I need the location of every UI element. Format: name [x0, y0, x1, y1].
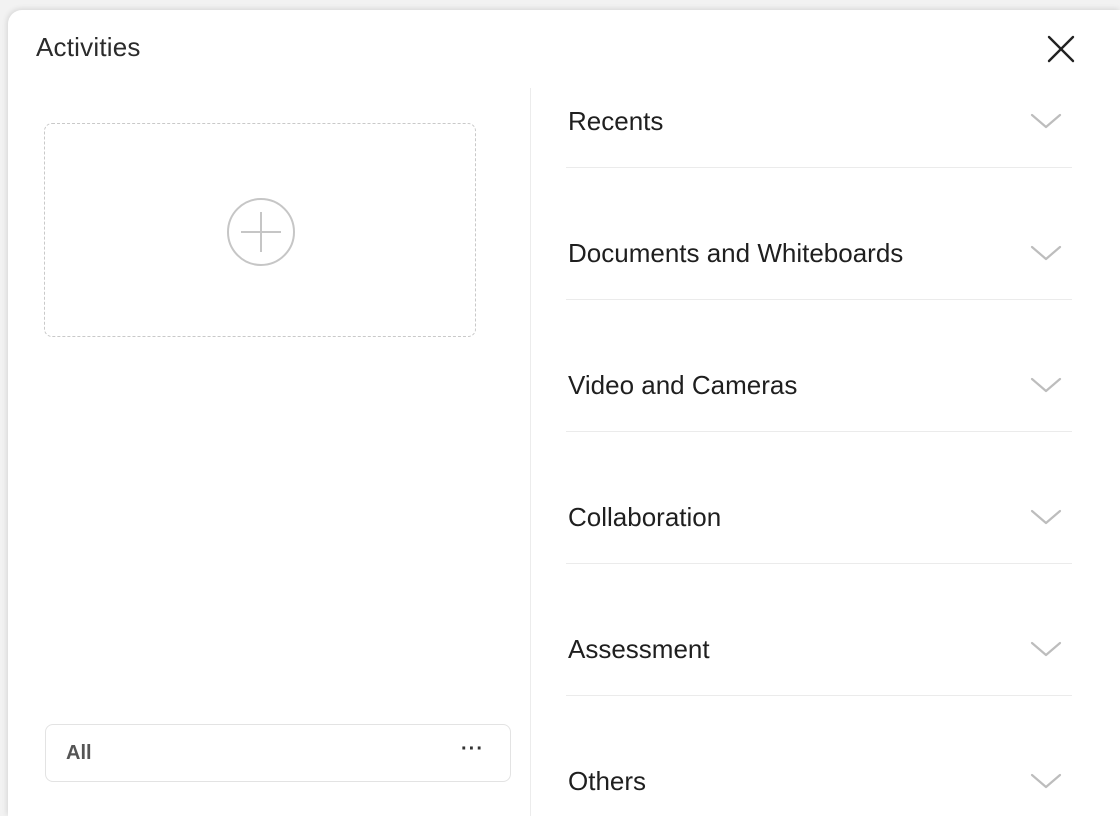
chevron-down-icon: [1030, 509, 1062, 525]
panel-title: Activities: [36, 32, 141, 62]
plus-circle-icon: [227, 198, 295, 266]
close-icon: [1047, 35, 1075, 63]
category-divider: [566, 695, 1072, 696]
category-divider: [566, 431, 1072, 432]
category-label: Others: [568, 766, 647, 796]
filter-label: All: [66, 742, 92, 764]
category-divider: [566, 563, 1072, 564]
add-activity-dropzone[interactable]: [44, 123, 476, 337]
category-label: Documents and Whiteboards: [568, 238, 904, 268]
category-documents-and-whiteboards[interactable]: Documents and Whiteboards: [566, 220, 1072, 300]
category-collaboration[interactable]: Collaboration: [566, 484, 1072, 564]
activities-panel: Activities All ··· Recents Documents and…: [8, 10, 1120, 816]
chevron-down-icon: [1030, 245, 1062, 261]
category-video-and-cameras[interactable]: Video and Cameras: [566, 352, 1072, 432]
close-button[interactable]: [1044, 32, 1078, 66]
filter-select[interactable]: All ···: [45, 724, 511, 782]
chevron-down-icon: [1030, 773, 1062, 789]
column-divider: [530, 88, 531, 816]
chevron-down-icon: [1030, 641, 1062, 657]
category-others[interactable]: Others: [566, 748, 1072, 816]
chevron-down-icon: [1030, 377, 1062, 393]
more-horizontal-icon[interactable]: ···: [461, 738, 484, 761]
chevron-down-icon: [1030, 113, 1062, 129]
category-label: Assessment: [568, 634, 710, 664]
category-label: Collaboration: [568, 502, 722, 532]
category-recents[interactable]: Recents: [566, 88, 1072, 168]
category-assessment[interactable]: Assessment: [566, 616, 1072, 696]
category-label: Recents: [568, 106, 664, 136]
category-divider: [566, 167, 1072, 168]
category-divider: [566, 299, 1072, 300]
category-label: Video and Cameras: [568, 370, 798, 400]
